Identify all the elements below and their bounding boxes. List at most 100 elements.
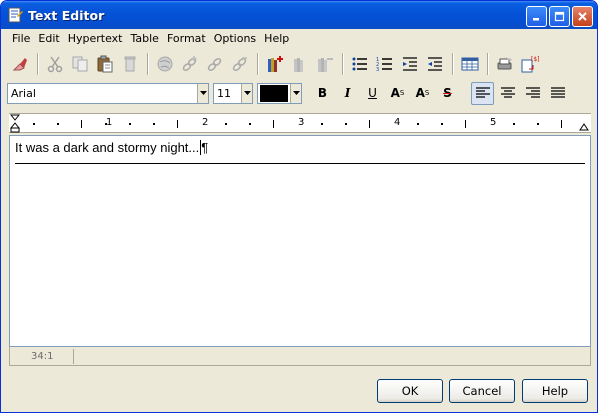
- link-add-button[interactable]: [178, 53, 201, 76]
- chevron-down-icon: [199, 91, 207, 95]
- format-toolbar: Arial 11 B I U AS AS S: [4, 80, 594, 106]
- help-button[interactable]: Help: [522, 379, 588, 403]
- main-toolbar: 123 [$]: [4, 50, 594, 78]
- font-name-dropdown[interactable]: [197, 83, 208, 103]
- bold-button[interactable]: B: [311, 82, 334, 105]
- menu-format[interactable]: Format: [163, 32, 210, 45]
- menu-edit[interactable]: Edit: [34, 32, 63, 45]
- indent-icon: [402, 57, 417, 71]
- paste-button[interactable]: [93, 53, 116, 76]
- book-add-button[interactable]: [263, 53, 286, 76]
- paste-icon: [97, 55, 112, 73]
- globe-icon: [157, 56, 172, 72]
- menu-help[interactable]: Help: [260, 32, 293, 45]
- horizontal-rule: [15, 163, 585, 164]
- document-text[interactable]: It was a dark and stormy night... ¶: [15, 140, 209, 155]
- font-color-swatch: [260, 84, 288, 102]
- link-remove-icon: [232, 57, 247, 71]
- link-edit-button[interactable]: [203, 53, 226, 76]
- font-size-combo[interactable]: 11: [213, 82, 253, 104]
- print-button[interactable]: [493, 53, 516, 76]
- globe-button[interactable]: [153, 53, 176, 76]
- menu-options[interactable]: Options: [210, 32, 260, 45]
- align-center-button[interactable]: [496, 82, 519, 105]
- ruler-number: 2: [202, 117, 209, 128]
- link-add-icon: [182, 56, 196, 71]
- separator: [147, 53, 149, 75]
- book-icon: [293, 58, 303, 72]
- minimize-icon: [533, 18, 539, 21]
- insert-field-button[interactable]: [$]: [518, 53, 541, 76]
- underline-button[interactable]: U: [361, 82, 384, 105]
- insert-field-icon: [$]: [521, 56, 539, 73]
- align-justify-button[interactable]: [546, 82, 569, 105]
- copy-button[interactable]: [68, 53, 91, 76]
- separator: [452, 53, 454, 75]
- font-size-dropdown[interactable]: [241, 83, 252, 103]
- separator: [487, 53, 489, 75]
- align-left-button[interactable]: [471, 81, 494, 105]
- copy-icon: [72, 56, 87, 72]
- left-indent-marker-icon[interactable]: [10, 114, 20, 133]
- book-button[interactable]: [288, 53, 311, 76]
- subscript-mark: S: [424, 89, 430, 97]
- align-center-icon: [500, 87, 515, 98]
- right-indent-marker-icon[interactable]: [579, 123, 589, 131]
- superscript-button[interactable]: AS: [386, 82, 409, 105]
- menu-table[interactable]: Table: [127, 32, 163, 45]
- cursor-position: 34:1: [10, 348, 74, 364]
- table-icon: [461, 57, 478, 71]
- font-name-combo[interactable]: Arial: [7, 82, 209, 104]
- book-remove-icon: [317, 58, 333, 72]
- link-remove-button[interactable]: [228, 53, 251, 76]
- title-bar[interactable]: Text Editor: [1, 1, 597, 29]
- separator: [37, 53, 39, 75]
- ruler-number: 4: [394, 117, 401, 128]
- font-color-combo[interactable]: [257, 82, 302, 104]
- svg-text:3: 3: [376, 67, 379, 73]
- window-title: Text Editor: [28, 7, 105, 23]
- numbered-list-button[interactable]: 123: [373, 53, 396, 76]
- delete-icon: [124, 56, 135, 72]
- align-right-button[interactable]: [521, 82, 544, 105]
- ruler-number: 5: [490, 117, 497, 128]
- separator: [257, 53, 259, 75]
- maximize-button[interactable]: [549, 6, 570, 27]
- menu-file[interactable]: File: [8, 32, 34, 45]
- table-button[interactable]: [458, 53, 481, 76]
- cut-button[interactable]: [43, 53, 66, 76]
- link-edit-icon: [207, 58, 221, 71]
- svg-text:[$]: [$]: [531, 56, 539, 63]
- indent-button[interactable]: [398, 53, 421, 76]
- minimize-button[interactable]: [526, 6, 547, 27]
- close-button[interactable]: [572, 6, 593, 27]
- strikethrough-button[interactable]: S: [436, 82, 459, 105]
- eraser-button[interactable]: [8, 53, 31, 76]
- font-color-dropdown[interactable]: [290, 83, 301, 103]
- italic-button[interactable]: I: [336, 82, 359, 105]
- outdent-icon: [427, 57, 442, 71]
- maximize-icon: [554, 11, 565, 22]
- book-remove-button[interactable]: [313, 53, 336, 76]
- outdent-button[interactable]: [423, 53, 446, 76]
- align-right-icon: [525, 87, 540, 98]
- cut-icon: [47, 56, 62, 73]
- subscript-letter: A: [415, 86, 425, 100]
- align-justify-icon: [550, 87, 565, 98]
- cancel-button[interactable]: Cancel: [449, 379, 515, 403]
- status-bar: 34:1: [9, 347, 591, 366]
- book-add-icon: [267, 56, 283, 72]
- ruler[interactable]: 1 2 3 4 5: [9, 113, 591, 133]
- app-icon: [7, 7, 23, 23]
- menu-hypertext[interactable]: Hypertext: [64, 32, 127, 45]
- paragraph-text: It was a dark and stormy night...: [15, 140, 200, 155]
- font-size-value: 11: [217, 86, 231, 100]
- delete-button[interactable]: [118, 53, 141, 76]
- document-editor[interactable]: It was a dark and stormy night... ¶: [9, 135, 591, 347]
- bullet-list-button[interactable]: [348, 53, 371, 76]
- separator: [342, 53, 344, 75]
- menu-bar: File Edit Hypertext Table Format Options…: [4, 29, 594, 48]
- ok-button[interactable]: OK: [377, 379, 443, 403]
- subscript-button[interactable]: AS: [411, 82, 434, 105]
- pilcrow-mark: ¶: [200, 140, 209, 155]
